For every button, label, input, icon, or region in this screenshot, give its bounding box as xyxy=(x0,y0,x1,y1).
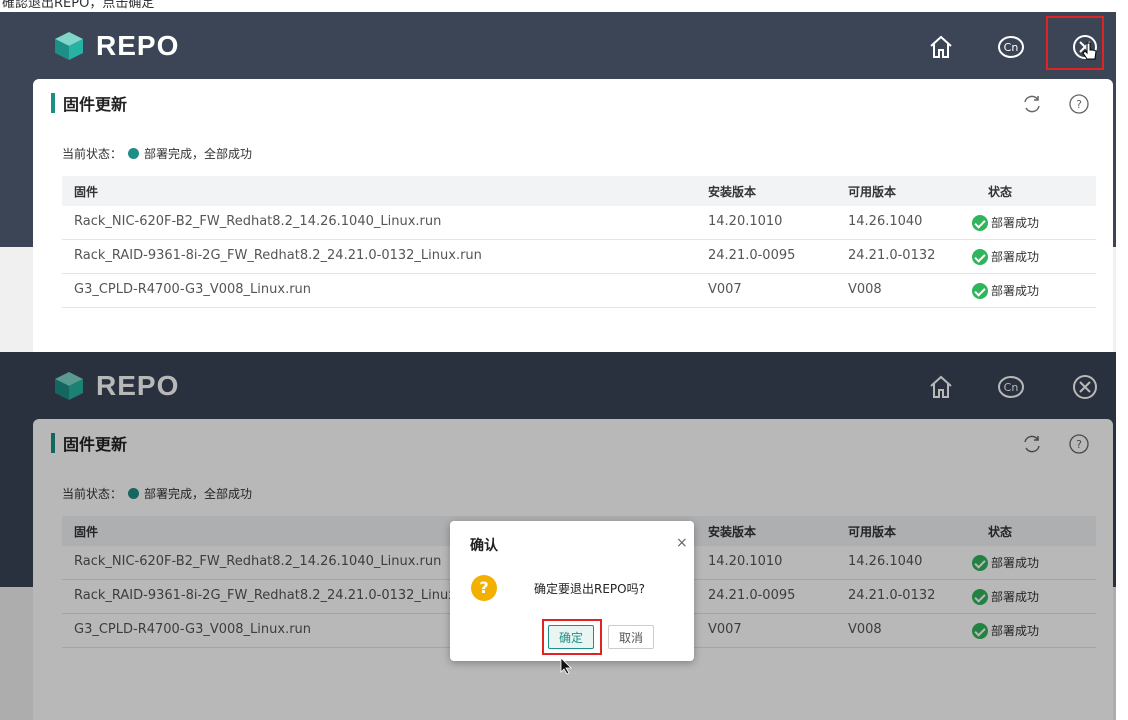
dialog-message: 确定要退出REPO吗? xyxy=(534,582,645,596)
installed-version: 24.21.0-0095 xyxy=(708,248,796,263)
status-badge: 部署成功 xyxy=(972,282,1039,299)
check-circle-icon xyxy=(972,249,988,265)
check-circle-icon xyxy=(972,283,988,299)
close-icon[interactable]: × xyxy=(676,535,688,551)
help-icon[interactable]: ? xyxy=(1068,93,1090,115)
available-version: 14.26.1040 xyxy=(848,214,923,229)
language-cn-icon[interactable]: Cn xyxy=(996,32,1026,62)
cancel-button[interactable]: 取消 xyxy=(608,625,654,649)
current-status: 当前状态： 部署完成，全部成功 xyxy=(62,145,252,162)
table-row: Rack_RAID-9361-8i-2G_FW_Redhat8.2_24.21.… xyxy=(62,240,1096,274)
title-accent-bar xyxy=(51,93,55,113)
language-badge: Cn xyxy=(1004,41,1019,54)
table-row: Rack_NIC-620F-B2_FW_Redhat8.2_14.26.1040… xyxy=(62,206,1096,240)
available-version: V008 xyxy=(848,282,882,297)
status-dot-icon xyxy=(128,148,140,159)
brand-name: REPO xyxy=(96,30,180,61)
col-firmware: 固件 xyxy=(74,185,99,199)
question-icon: ? xyxy=(471,575,497,601)
firmware-name: Rack_NIC-620F-B2_FW_Redhat8.2_14.26.1040… xyxy=(74,214,442,229)
installed-version: 14.20.1010 xyxy=(708,214,783,229)
home-icon[interactable] xyxy=(926,32,956,62)
status-badge: 部署成功 xyxy=(972,214,1039,231)
available-version: 24.21.0-0132 xyxy=(848,248,936,263)
col-status: 状态 xyxy=(988,185,1013,199)
firmware-name: G3_CPLD-R4700-G3_V008_Linux.run xyxy=(74,282,312,297)
installed-version: V007 xyxy=(708,282,742,297)
refresh-icon[interactable] xyxy=(1021,93,1043,115)
confirm-dialog: 确认 × ? 确定要退出REPO吗? 确定 取消 xyxy=(450,521,694,675)
col-available: 可用版本 xyxy=(848,185,897,199)
status-badge: 部署成功 xyxy=(972,248,1039,265)
status-label: 当前状态： xyxy=(62,147,123,161)
logo-icon xyxy=(55,32,83,60)
col-installed: 安装版本 xyxy=(708,185,757,199)
status-text: 部署完成，全部成功 xyxy=(144,147,253,161)
dialog-title: 确认 xyxy=(470,538,498,554)
exit-highlight-box xyxy=(1046,16,1104,70)
table-row: G3_CPLD-R4700-G3_V008_Linux.run V007 V00… xyxy=(62,274,1096,308)
svg-text:?: ? xyxy=(1076,98,1082,111)
pointer-cursor-icon xyxy=(560,657,572,675)
firmware-update-panel: 固件更新 ? 当前状态： 部署完成，全部成功 固件 安装版本 可用版本 状态 Ra… xyxy=(33,79,1113,352)
screenshot-before: REPO Cn 固件更新 ? 当前状态： 部署完成，全部成功 固件 安装版本 可… xyxy=(0,12,1116,352)
table-header: 固件 安装版本 可用版本 状态 xyxy=(62,176,1096,206)
check-circle-icon xyxy=(972,215,988,231)
screenshot-after: REPO Cn 固件更新 ? 当前状态： 部署完成，全部成功 固件 安装版本 可… xyxy=(0,352,1116,720)
caption-strip: 確認退出REPO，点击确定 xyxy=(0,0,1128,12)
firmware-name: Rack_RAID-9361-8i-2G_FW_Redhat8.2_24.21.… xyxy=(74,248,482,263)
panel-title: 固件更新 xyxy=(63,95,128,114)
confirm-highlight-box xyxy=(542,619,602,655)
caption-text: 確認退出REPO，点击确定 xyxy=(2,0,155,11)
